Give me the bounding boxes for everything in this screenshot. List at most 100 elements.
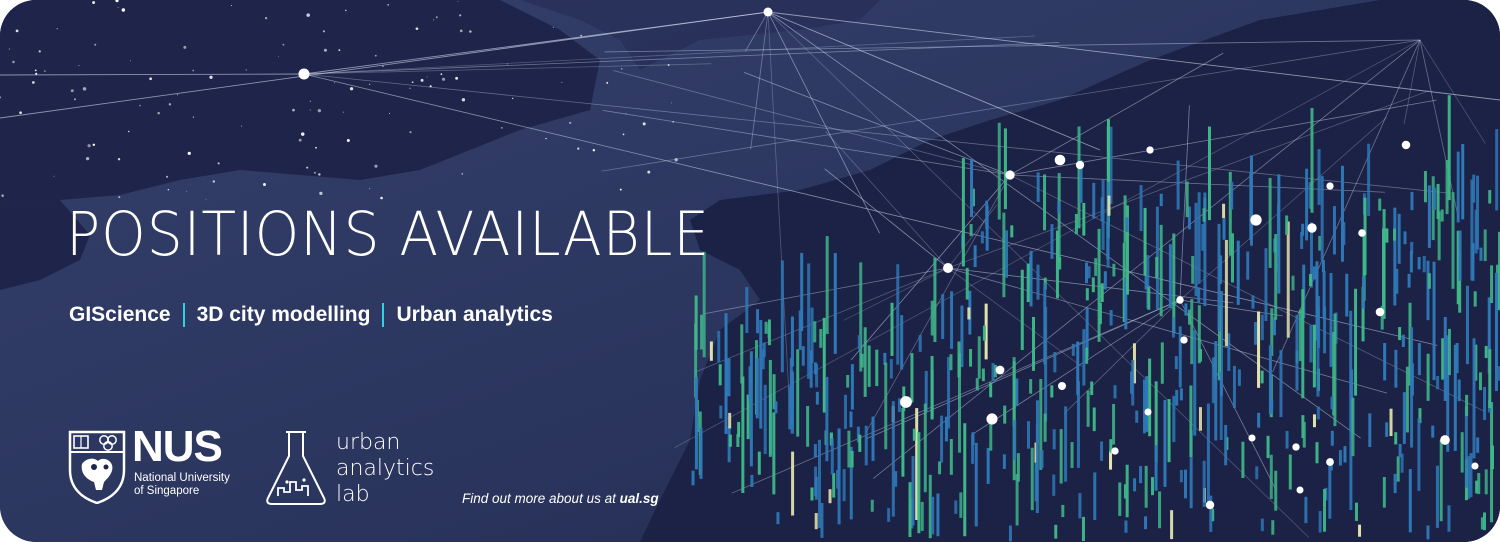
light-dot bbox=[277, 56, 279, 58]
nus-subtitle: National University of Singapore bbox=[134, 472, 244, 498]
flask-icon bbox=[266, 431, 326, 505]
data-bar bbox=[1241, 441, 1245, 478]
data-bar bbox=[863, 327, 867, 397]
data-bar bbox=[1315, 442, 1319, 464]
data-bar bbox=[1323, 306, 1327, 354]
data-bar bbox=[1490, 265, 1494, 304]
light-dot bbox=[92, 143, 96, 147]
light-dot bbox=[129, 60, 131, 62]
data-bar bbox=[1298, 309, 1302, 362]
light-dot bbox=[457, 1, 459, 2]
light-dot bbox=[561, 81, 563, 83]
data-bar bbox=[691, 470, 695, 486]
data-bar bbox=[719, 405, 723, 419]
data-bar bbox=[1345, 273, 1349, 317]
data-bar bbox=[1320, 175, 1324, 261]
data-bar bbox=[1260, 518, 1264, 532]
light-dot bbox=[262, 183, 266, 186]
data-bar bbox=[1422, 256, 1426, 273]
data-bar bbox=[1268, 177, 1272, 268]
data-bar bbox=[867, 345, 871, 387]
data-bar bbox=[1100, 283, 1104, 303]
data-bar bbox=[756, 309, 760, 334]
data-bar bbox=[1401, 334, 1405, 348]
data-bar bbox=[1249, 171, 1253, 240]
data-bar bbox=[1160, 342, 1164, 384]
data-bar bbox=[894, 471, 898, 487]
website-link[interactable]: ual.sg bbox=[620, 491, 659, 506]
data-bar bbox=[1447, 328, 1451, 376]
data-bar bbox=[1206, 403, 1210, 508]
ual-line-lab: lab bbox=[336, 482, 370, 507]
data-bar bbox=[1236, 240, 1240, 305]
light-dot bbox=[435, 16, 438, 19]
data-bar bbox=[1103, 271, 1107, 290]
data-bar bbox=[1317, 149, 1321, 205]
data-bar bbox=[757, 451, 761, 475]
data-bar bbox=[1159, 193, 1163, 207]
data-bar bbox=[1433, 187, 1437, 210]
data-bar bbox=[875, 349, 879, 387]
data-bar bbox=[830, 438, 834, 475]
light-dot bbox=[388, 112, 391, 115]
light-dot bbox=[300, 132, 305, 136]
data-bar bbox=[1052, 474, 1056, 496]
data-bar bbox=[727, 358, 731, 397]
light-dot bbox=[32, 81, 35, 84]
data-bar bbox=[1020, 269, 1024, 351]
light-dot bbox=[15, 29, 19, 33]
data-bar bbox=[699, 427, 703, 479]
data-bar bbox=[1358, 524, 1362, 537]
data-bar bbox=[1447, 505, 1451, 532]
data-bar bbox=[949, 354, 953, 371]
nus-subtitle-line2: of Singapore bbox=[134, 485, 200, 497]
data-bar bbox=[1274, 234, 1278, 320]
data-bar bbox=[1363, 197, 1367, 275]
data-bar bbox=[1154, 445, 1158, 491]
light-dot bbox=[139, 104, 141, 107]
data-bar bbox=[1090, 381, 1094, 396]
data-bar bbox=[1003, 128, 1007, 210]
light-dot bbox=[245, 69, 247, 71]
light-dot bbox=[128, 130, 130, 133]
data-bar bbox=[1343, 446, 1347, 463]
data-bar bbox=[1440, 209, 1444, 222]
data-bar bbox=[1124, 520, 1128, 533]
network-node bbox=[995, 365, 1005, 375]
data-bar bbox=[980, 231, 984, 244]
light-dot bbox=[8, 48, 10, 50]
light-dot bbox=[369, 83, 371, 85]
data-bar bbox=[1476, 437, 1480, 453]
data-bar bbox=[791, 451, 795, 516]
nus-logo: NUS National University of Singapore bbox=[68, 425, 238, 506]
data-bar bbox=[911, 456, 915, 526]
data-bar bbox=[1460, 432, 1464, 473]
data-bar bbox=[737, 421, 741, 438]
data-bar bbox=[1168, 244, 1172, 309]
data-bar bbox=[1288, 454, 1292, 490]
data-bar bbox=[741, 376, 745, 494]
data-bar bbox=[969, 348, 973, 367]
data-bar bbox=[971, 434, 975, 464]
data-bar bbox=[1036, 264, 1040, 300]
light-dot bbox=[230, 5, 232, 6]
data-bar bbox=[1178, 326, 1182, 388]
data-bar bbox=[1457, 379, 1461, 402]
ual-wordmark: urban analytics lab bbox=[336, 430, 434, 508]
data-bar bbox=[788, 386, 792, 430]
data-bar bbox=[1143, 207, 1147, 276]
data-bar bbox=[763, 384, 767, 454]
data-bar bbox=[1202, 208, 1206, 222]
data-bar bbox=[724, 313, 728, 434]
data-bar bbox=[1197, 305, 1201, 364]
data-bar bbox=[1402, 392, 1406, 444]
data-bar bbox=[1092, 182, 1096, 219]
data-bar bbox=[969, 224, 973, 237]
data-bar bbox=[930, 300, 934, 336]
data-bar bbox=[954, 500, 958, 514]
data-bar bbox=[963, 423, 967, 537]
light-dot bbox=[671, 102, 673, 104]
data-bar bbox=[1050, 224, 1054, 259]
data-bar bbox=[1472, 338, 1476, 459]
data-bar bbox=[844, 394, 848, 429]
